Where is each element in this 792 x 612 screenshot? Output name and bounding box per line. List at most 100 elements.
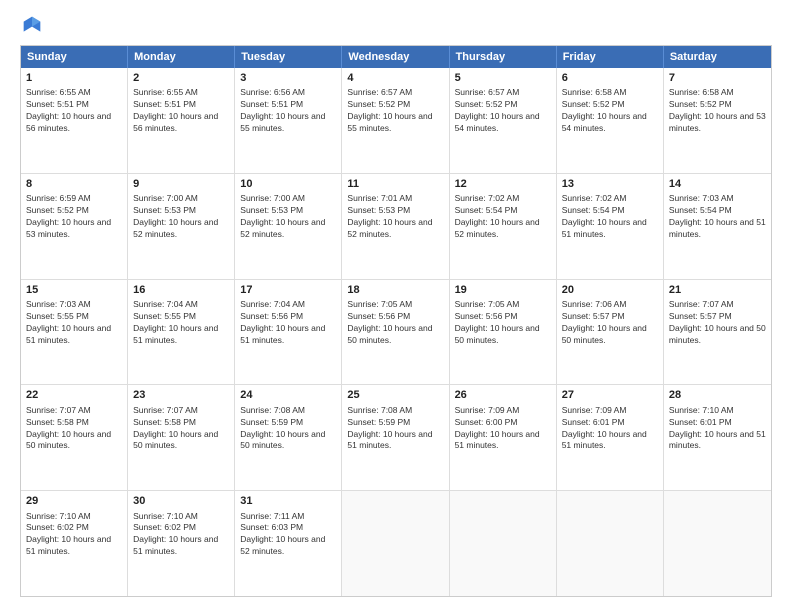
day-number: 25 (347, 388, 443, 403)
cal-cell-4-3 (342, 491, 449, 596)
daylight-label: Daylight: 10 hours and 56 minutes. (133, 111, 218, 133)
cal-cell-2-0: 15 Sunrise: 7:03 AM Sunset: 5:55 PM Dayl… (21, 280, 128, 385)
cal-cell-0-1: 2 Sunrise: 6:55 AM Sunset: 5:51 PM Dayli… (128, 68, 235, 173)
day-number: 20 (562, 283, 658, 298)
sunset: Sunset: 6:01 PM (562, 417, 625, 427)
daylight-label: Daylight: 10 hours and 51 minutes. (347, 429, 432, 451)
day-number: 10 (240, 177, 336, 192)
cal-cell-4-5 (557, 491, 664, 596)
daylight-label: Daylight: 10 hours and 50 minutes. (455, 323, 540, 345)
daylight-label: Daylight: 10 hours and 53 minutes. (669, 111, 766, 133)
logo-icon (22, 15, 42, 35)
sunrise: Sunrise: 7:05 AM (455, 299, 520, 309)
cal-cell-4-4 (450, 491, 557, 596)
day-number: 17 (240, 283, 336, 298)
cal-cell-1-3: 11 Sunrise: 7:01 AM Sunset: 5:53 PM Dayl… (342, 174, 449, 279)
cal-cell-2-1: 16 Sunrise: 7:04 AM Sunset: 5:55 PM Dayl… (128, 280, 235, 385)
sunrise: Sunrise: 7:10 AM (133, 511, 198, 521)
daylight-label: Daylight: 10 hours and 51 minutes. (26, 534, 111, 556)
day-number: 12 (455, 177, 551, 192)
sunrise: Sunrise: 7:03 AM (26, 299, 91, 309)
cal-cell-3-2: 24 Sunrise: 7:08 AM Sunset: 5:59 PM Dayl… (235, 385, 342, 490)
sunrise: Sunrise: 7:01 AM (347, 193, 412, 203)
sunset: Sunset: 5:52 PM (669, 99, 732, 109)
cal-cell-2-5: 20 Sunrise: 7:06 AM Sunset: 5:57 PM Dayl… (557, 280, 664, 385)
sunset: Sunset: 5:58 PM (133, 417, 196, 427)
daylight-label: Daylight: 10 hours and 53 minutes. (26, 217, 111, 239)
sunset: Sunset: 5:56 PM (455, 311, 518, 321)
cal-cell-3-6: 28 Sunrise: 7:10 AM Sunset: 6:01 PM Dayl… (664, 385, 771, 490)
daylight-label: Daylight: 10 hours and 50 minutes. (26, 429, 111, 451)
sunset: Sunset: 5:54 PM (669, 205, 732, 215)
sunset: Sunset: 5:54 PM (562, 205, 625, 215)
sunrise: Sunrise: 7:08 AM (240, 405, 305, 415)
sunset: Sunset: 5:54 PM (455, 205, 518, 215)
cal-cell-4-6 (664, 491, 771, 596)
day-number: 23 (133, 388, 229, 403)
cal-cell-0-2: 3 Sunrise: 6:56 AM Sunset: 5:51 PM Dayli… (235, 68, 342, 173)
daylight-label: Daylight: 10 hours and 51 minutes. (133, 323, 218, 345)
sunset: Sunset: 5:52 PM (562, 99, 625, 109)
sunrise: Sunrise: 7:10 AM (26, 511, 91, 521)
sunrise: Sunrise: 6:57 AM (347, 87, 412, 97)
cal-cell-1-0: 8 Sunrise: 6:59 AM Sunset: 5:52 PM Dayli… (21, 174, 128, 279)
day-number: 31 (240, 494, 336, 509)
sunset: Sunset: 5:59 PM (240, 417, 303, 427)
sunset: Sunset: 5:56 PM (240, 311, 303, 321)
sunrise: Sunrise: 7:04 AM (240, 299, 305, 309)
cal-cell-1-5: 13 Sunrise: 7:02 AM Sunset: 5:54 PM Dayl… (557, 174, 664, 279)
daylight-label: Daylight: 10 hours and 54 minutes. (455, 111, 540, 133)
sunrise: Sunrise: 6:57 AM (455, 87, 520, 97)
day-number: 28 (669, 388, 766, 403)
sunrise: Sunrise: 6:55 AM (26, 87, 91, 97)
header-wednesday: Wednesday (342, 46, 449, 68)
daylight-label: Daylight: 10 hours and 50 minutes. (347, 323, 432, 345)
daylight-label: Daylight: 10 hours and 51 minutes. (669, 429, 766, 451)
sunrise: Sunrise: 6:58 AM (669, 87, 734, 97)
sunrise: Sunrise: 6:59 AM (26, 193, 91, 203)
sunset: Sunset: 5:55 PM (133, 311, 196, 321)
cal-cell-2-2: 17 Sunrise: 7:04 AM Sunset: 5:56 PM Dayl… (235, 280, 342, 385)
daylight-label: Daylight: 10 hours and 55 minutes. (240, 111, 325, 133)
cal-cell-1-4: 12 Sunrise: 7:02 AM Sunset: 5:54 PM Dayl… (450, 174, 557, 279)
sunset: Sunset: 6:02 PM (133, 522, 196, 532)
day-number: 13 (562, 177, 658, 192)
sunset: Sunset: 5:56 PM (347, 311, 410, 321)
cal-cell-4-2: 31 Sunrise: 7:11 AM Sunset: 6:03 PM Dayl… (235, 491, 342, 596)
daylight-label: Daylight: 10 hours and 52 minutes. (240, 534, 325, 556)
header-thursday: Thursday (450, 46, 557, 68)
sunset: Sunset: 5:59 PM (347, 417, 410, 427)
sunrise: Sunrise: 7:00 AM (240, 193, 305, 203)
sunset: Sunset: 5:53 PM (347, 205, 410, 215)
week-row-5: 29 Sunrise: 7:10 AM Sunset: 6:02 PM Dayl… (21, 491, 771, 596)
day-number: 2 (133, 71, 229, 86)
daylight-label: Daylight: 10 hours and 54 minutes. (562, 111, 647, 133)
day-number: 5 (455, 71, 551, 86)
sunset: Sunset: 5:52 PM (347, 99, 410, 109)
calendar-body: 1 Sunrise: 6:55 AM Sunset: 5:51 PM Dayli… (21, 68, 771, 596)
day-number: 30 (133, 494, 229, 509)
sunrise: Sunrise: 6:56 AM (240, 87, 305, 97)
daylight-label: Daylight: 10 hours and 50 minutes. (240, 429, 325, 451)
day-number: 1 (26, 71, 122, 86)
sunrise: Sunrise: 7:07 AM (26, 405, 91, 415)
daylight-label: Daylight: 10 hours and 52 minutes. (455, 217, 540, 239)
week-row-1: 1 Sunrise: 6:55 AM Sunset: 5:51 PM Dayli… (21, 68, 771, 174)
day-number: 14 (669, 177, 766, 192)
sunrise: Sunrise: 7:02 AM (562, 193, 627, 203)
day-number: 24 (240, 388, 336, 403)
day-number: 9 (133, 177, 229, 192)
header-sunday: Sunday (21, 46, 128, 68)
sunset: Sunset: 5:53 PM (240, 205, 303, 215)
daylight-label: Daylight: 10 hours and 51 minutes. (133, 534, 218, 556)
cal-cell-0-6: 7 Sunrise: 6:58 AM Sunset: 5:52 PM Dayli… (664, 68, 771, 173)
sunrise: Sunrise: 6:58 AM (562, 87, 627, 97)
day-number: 15 (26, 283, 122, 298)
day-number: 19 (455, 283, 551, 298)
daylight-label: Daylight: 10 hours and 51 minutes. (26, 323, 111, 345)
day-number: 11 (347, 177, 443, 192)
daylight-label: Daylight: 10 hours and 51 minutes. (240, 323, 325, 345)
day-number: 29 (26, 494, 122, 509)
sunset: Sunset: 6:00 PM (455, 417, 518, 427)
sunset: Sunset: 6:01 PM (669, 417, 732, 427)
